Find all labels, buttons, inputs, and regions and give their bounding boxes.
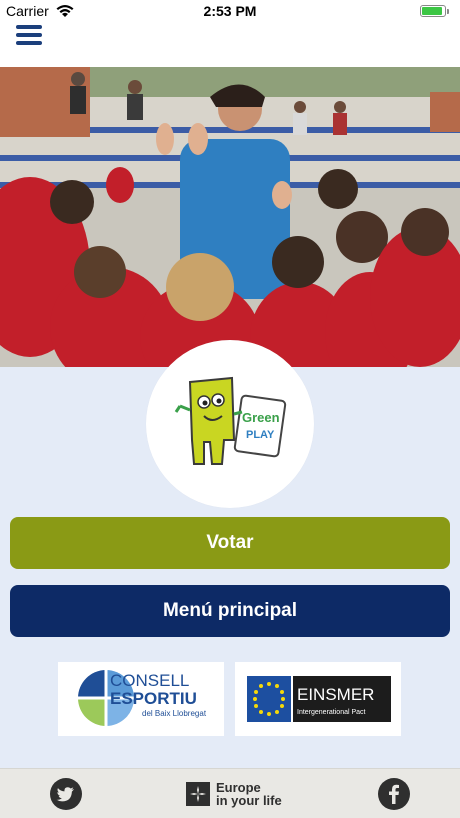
footer-bar: Europe in your life <box>0 768 460 818</box>
battery-icon <box>420 5 449 17</box>
consell-esportiu-logo[interactable]: CONSELL ESPORTIU del Baix Llobregat <box>58 662 224 736</box>
consell-line1: CONSELL <box>110 671 189 690</box>
hero-photo <box>0 67 460 367</box>
main-menu-button[interactable]: Menú principal <box>10 585 450 637</box>
europe-line2: in your life <box>216 793 282 808</box>
facebook-icon[interactable] <box>378 778 410 810</box>
europe-in-your-life-logo: Europe in your life <box>186 777 282 811</box>
app-header <box>0 22 460 67</box>
green-play-logo: Green PLAY <box>146 340 314 508</box>
hamburger-menu-icon[interactable] <box>16 25 42 45</box>
battery-fill <box>422 7 442 15</box>
einsmer-logo[interactable]: EINSMER Intergenerational Pact <box>235 662 401 736</box>
logo-text-play: PLAY <box>246 429 275 441</box>
eu-emblem-icon <box>186 782 210 806</box>
status-bar: Carrier 2:53 PM <box>0 0 460 22</box>
einsmer-tagline: Intergenerational Pact <box>297 709 366 716</box>
einsmer-name: EINSMER <box>297 685 374 704</box>
logo-text-green: Green <box>242 410 280 425</box>
consell-line2: ESPORTIU <box>110 689 197 708</box>
votar-button[interactable]: Votar <box>10 517 450 569</box>
clock: 2:53 PM <box>203 3 257 19</box>
green-play-mascot-icon: Green PLAY <box>174 376 287 465</box>
consell-line3: del Baix Llobregat <box>142 709 207 718</box>
twitter-icon[interactable] <box>50 778 82 810</box>
